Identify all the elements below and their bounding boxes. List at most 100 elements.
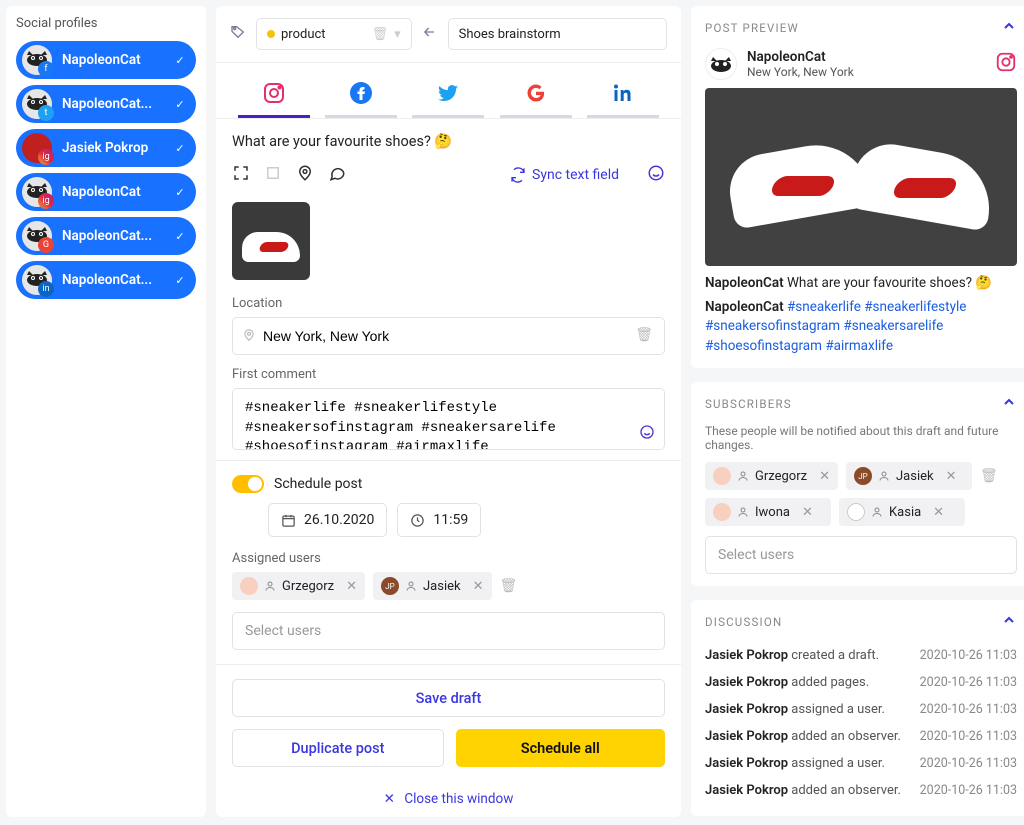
avatar: in — [22, 265, 52, 295]
collapse-icon[interactable] — [1001, 612, 1017, 632]
remove-icon[interactable]: ✕ — [473, 579, 484, 594]
assigned-label: Assigned users — [232, 551, 665, 566]
li-badge-icon: in — [38, 281, 54, 297]
date-input[interactable]: 26.10.2020 — [268, 503, 387, 537]
select-users-input[interactable]: Select users — [232, 612, 665, 650]
chevron-down-icon[interactable]: ▾ — [394, 27, 401, 42]
collapse-icon[interactable] — [1001, 18, 1017, 38]
subscriber-chip[interactable]: Grzegorz✕ — [705, 462, 838, 490]
media-thumbnail[interactable] — [232, 202, 310, 280]
profile-pill[interactable]: tNapoleonCat...✓ — [16, 85, 196, 123]
action: added pages. — [788, 675, 869, 690]
pin-icon — [242, 328, 256, 346]
subscriber-chip[interactable]: Kasia✕ — [839, 498, 965, 526]
trash-icon[interactable]: 🗑 — [372, 27, 389, 42]
caption-text[interactable]: What are your favourite shoes? 🤔 — [216, 119, 681, 158]
collapse-icon[interactable] — [1001, 394, 1017, 414]
user-name: Iwona — [755, 505, 790, 520]
action: assigned a user. — [788, 702, 885, 717]
pin-icon[interactable] — [296, 164, 314, 186]
action: added an observer. — [788, 729, 901, 744]
draft-name-field[interactable]: Shoes brainstorm — [448, 18, 667, 50]
check-icon: ✓ — [170, 142, 190, 155]
actor: Jasiek Pokrop — [705, 648, 788, 663]
discussion-row: Jasiek Pokrop assigned a user.2020-10-26… — [705, 696, 1017, 723]
emoji-icon[interactable] — [639, 424, 655, 444]
user-icon — [878, 470, 890, 482]
discussion-row: Jasiek Pokrop added an observer.2020-10-… — [705, 777, 1017, 804]
share-icon[interactable] — [422, 24, 438, 44]
first-comment-input[interactable]: #sneakerlife #sneakerlifestyle #sneakers… — [232, 388, 665, 450]
subscribers-note: These people will be notified about this… — [705, 424, 1017, 452]
comment-icon[interactable] — [328, 164, 346, 186]
crop-icon[interactable] — [264, 164, 282, 186]
emoji-icon[interactable] — [647, 164, 665, 186]
user-chip[interactable]: Grzegorz✕ — [232, 572, 365, 600]
tab-instagram[interactable] — [238, 73, 310, 118]
remove-icon[interactable]: ✕ — [933, 505, 944, 520]
schedule-label: Schedule post — [274, 476, 362, 492]
select-users-input[interactable]: Select users — [705, 536, 1017, 574]
profile-name: NapoleonCat — [62, 52, 170, 68]
actor: Jasiek Pokrop — [705, 702, 788, 717]
profile-pill[interactable]: GNapoleonCat...✓ — [16, 217, 196, 255]
trash-icon[interactable]: 🗑 — [980, 468, 998, 484]
remove-icon[interactable]: ✕ — [346, 579, 357, 594]
check-icon: ✓ — [170, 274, 190, 287]
avatar: f — [22, 45, 52, 75]
check-icon: ✓ — [170, 98, 190, 111]
location-input[interactable] — [232, 317, 665, 355]
time-input[interactable]: 11:59 — [397, 503, 481, 537]
duplicate-button[interactable]: Duplicate post — [232, 729, 444, 767]
location-label: Location — [216, 296, 681, 311]
avatar: ig — [22, 133, 52, 163]
tag-chip[interactable]: product 🗑 ▾ — [256, 18, 412, 50]
tab-google[interactable] — [500, 73, 572, 118]
check-icon: ✓ — [170, 230, 190, 243]
sync-text-button[interactable]: Sync text field — [510, 167, 619, 183]
discussion-row: Jasiek Pokrop created a draft.2020-10-26… — [705, 642, 1017, 669]
tab-facebook[interactable] — [325, 73, 397, 118]
schedule-toggle[interactable] — [232, 475, 264, 493]
preview-name: NapoleonCat — [747, 49, 854, 65]
discussion-panel: DISCUSSION Jasiek Pokrop created a draft… — [691, 600, 1024, 816]
save-draft-button[interactable]: Save draft — [232, 679, 665, 717]
profile-pill[interactable]: igNapoleonCat✓ — [16, 173, 196, 211]
discussion-row: Jasiek Pokrop added pages.2020-10-26 11:… — [705, 669, 1017, 696]
profile-name: Jasiek Pokrop — [62, 140, 170, 156]
preview-hashtags: NapoleonCat #sneakerlife #sneakerlifesty… — [705, 298, 1017, 357]
subscriber-chip[interactable]: JPJasiek✕ — [846, 462, 972, 490]
profile-pill[interactable]: fNapoleonCat✓ — [16, 41, 196, 79]
tab-twitter[interactable] — [412, 73, 484, 118]
remove-icon[interactable]: ✕ — [802, 505, 813, 520]
tag-icon[interactable] — [230, 24, 246, 44]
actor: Jasiek Pokrop — [705, 783, 788, 798]
profile-pill[interactable]: ig Jasiek Pokrop✓ — [16, 129, 196, 167]
panel-title: Social profiles — [16, 16, 196, 31]
remove-icon[interactable]: ✕ — [946, 469, 957, 484]
trash-icon[interactable]: 🗑 — [635, 327, 653, 343]
tag-label: product — [281, 27, 326, 42]
user-icon — [405, 580, 417, 592]
check-icon: ✓ — [170, 186, 190, 199]
profile-pill[interactable]: inNapoleonCat...✓ — [16, 261, 196, 299]
remove-icon[interactable]: ✕ — [819, 469, 830, 484]
fb-badge-icon: f — [38, 61, 54, 77]
trash-icon[interactable]: 🗑 — [500, 578, 518, 594]
close-window-button[interactable]: ✕ Close this window — [216, 781, 681, 817]
panel-title: POST PREVIEW — [705, 21, 799, 35]
schedule-block: Schedule post 26.10.2020 11:59 Assigned … — [216, 460, 681, 665]
fullscreen-icon[interactable] — [232, 164, 250, 186]
preview-caption: NapoleonCat What are your favourite shoe… — [705, 274, 1017, 294]
discussion-row: Jasiek Pokrop added an observer. 2020-10-… — [705, 723, 1017, 750]
user-chip[interactable]: JPJasiek✕ — [373, 572, 492, 600]
timestamp: 2020-10-26 11:03 — [920, 729, 1017, 744]
draft-name: Shoes brainstorm — [459, 27, 561, 42]
schedule-all-button[interactable]: Schedule all — [456, 729, 666, 767]
tab-linkedin[interactable] — [587, 73, 659, 118]
actor: Jasiek Pokrop — [705, 729, 788, 744]
network-tabs — [216, 63, 681, 119]
action: created a draft. — [788, 648, 879, 663]
subscriber-chip[interactable]: Iwona ✕ — [705, 498, 831, 526]
discussion-row: Jasiek Pokrop assigned a user.2020-10-26… — [705, 750, 1017, 777]
